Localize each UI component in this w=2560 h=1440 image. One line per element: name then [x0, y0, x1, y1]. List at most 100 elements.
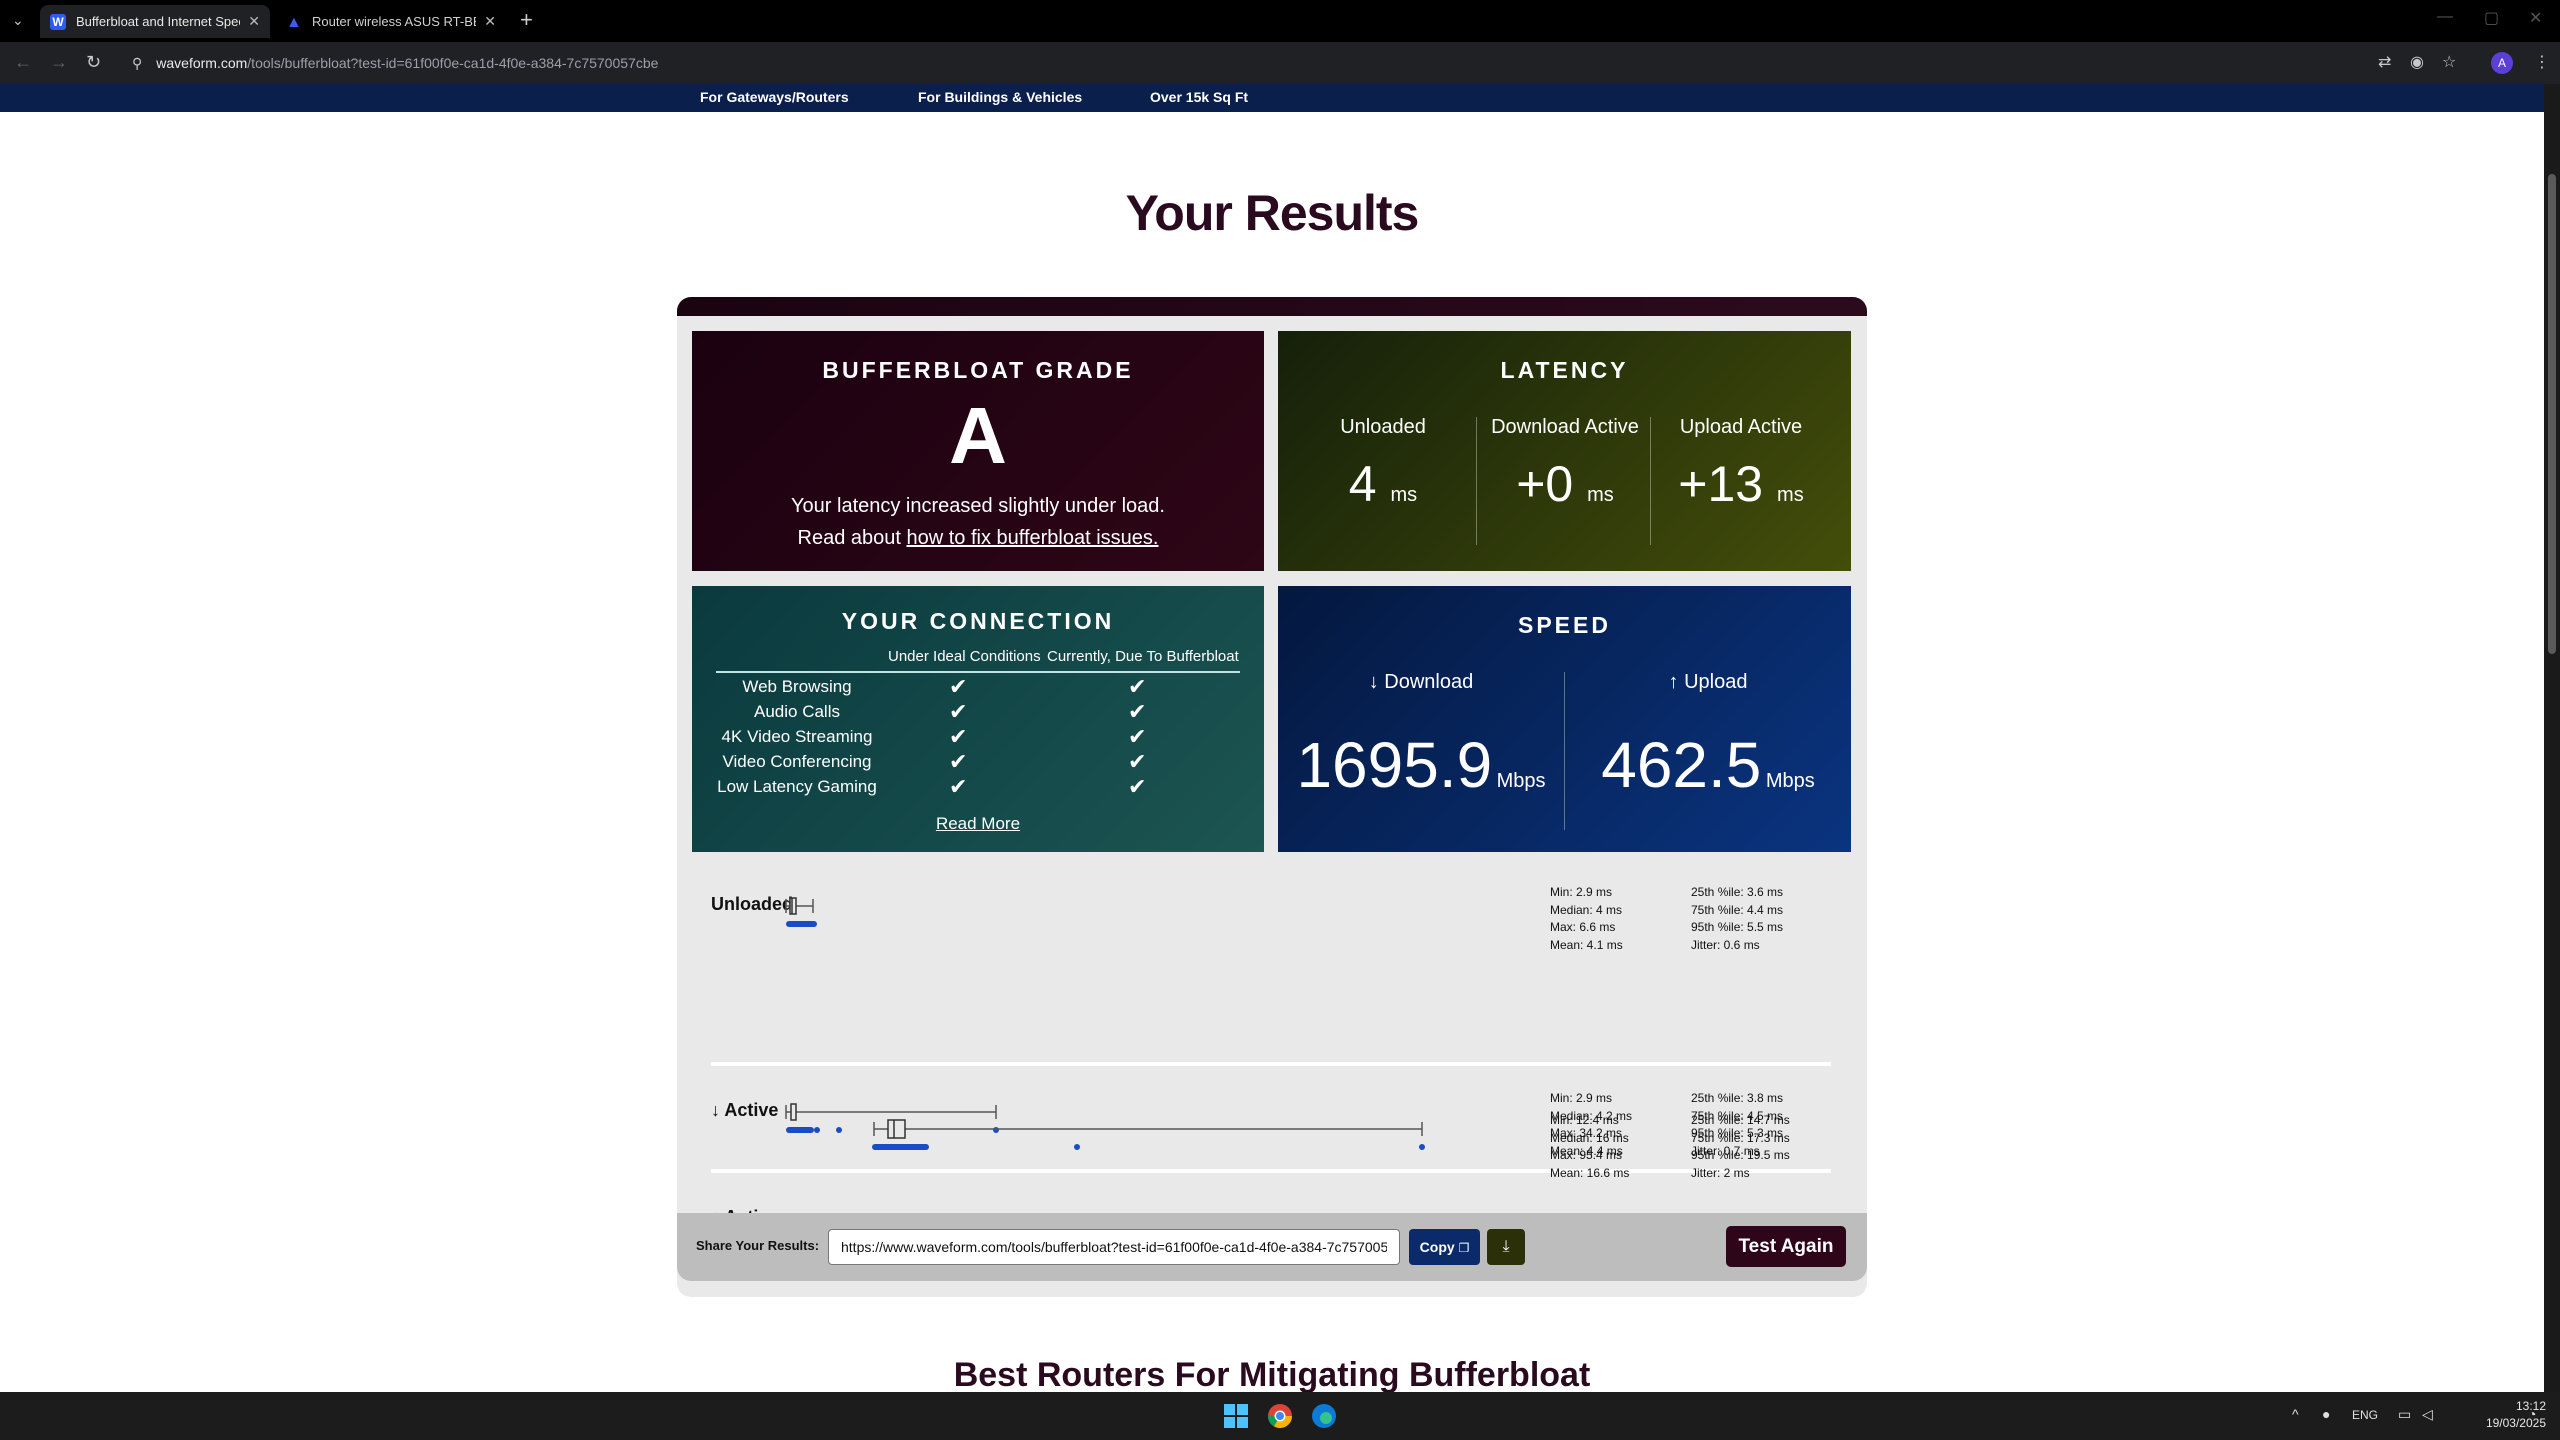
upload-value: 462.5 [1601, 729, 1762, 801]
copy-label: Copy [1419, 1239, 1455, 1255]
grade-line2: Read about how to fix bufferbloat issues… [692, 522, 1264, 554]
close-tab-icon[interactable]: ✕ [484, 13, 496, 30]
latency-boxplot-unloaded [785, 897, 817, 927]
connection-row: Audio Calls ✔ ✔ [692, 699, 1264, 724]
checkmark-icon: ✔ [1128, 749, 1147, 774]
speed-unit: Mbps [1765, 770, 1815, 792]
download-icon: ⤓ [1502, 1238, 1510, 1255]
browser-toolbar: ← → ↻ ⚲ waveform.com /tools/bufferbloat?… [0, 42, 2560, 84]
scrollbar-thumb[interactable] [2548, 174, 2556, 654]
activity-label: Video Conferencing [722, 752, 872, 771]
back-arrow-icon[interactable]: ← [14, 52, 32, 73]
stat-list-right: 25th %ile: 3.6 ms 75th %ile: 4.4 ms 95th… [1691, 884, 1783, 954]
share-url-input[interactable] [828, 1229, 1400, 1265]
your-connection-card: YOUR CONNECTION Under Ideal Conditions C… [692, 586, 1264, 852]
grade-line2-prefix: Read about [797, 527, 907, 549]
checkmark-icon: ✔ [949, 774, 968, 799]
windows-start-icon[interactable] [1222, 1402, 1250, 1430]
translate-icon[interactable]: ⇄ [2378, 52, 2391, 72]
address-bar[interactable]: ⚲ waveform.com /tools/bufferbloat?test-i… [122, 47, 2332, 79]
stat-p25: 25th %ile: 3.8 ms [1691, 1091, 1784, 1105]
share-bar-wrap: Share Your Results: Copy ❐ ⤓ Test Again [677, 1213, 1867, 1281]
stat-mean: Mean: 16.6 ms [1550, 1165, 1630, 1180]
network-icon[interactable]: ▭ [2398, 1406, 2411, 1423]
tray-chevron-icon[interactable]: ^ [2292, 1406, 2299, 1422]
tab-router-asus[interactable]: ▲ Router wireless ASUS RT-BE88U ✕ [276, 5, 506, 38]
stat-list-right: 25th %ile: 14.7 ms 75th %ile: 17.3 ms 95… [1691, 1112, 1790, 1182]
stat-list-left: Min: 2.9 ms Median: 4 ms Max: 6.6 ms Mea… [1550, 884, 1623, 954]
voice-mic-icon[interactable]: 🎙 [2525, 1366, 2545, 1388]
connection-row: Low Latency Gaming ✔ ✔ [692, 774, 1264, 799]
upload-speed: ↑ Upload 462.5 Mbps [1565, 671, 1851, 818]
bufferbloat-grade-card: BUFFERBLOAT GRADE A Your latency increas… [692, 331, 1264, 571]
download-button[interactable]: ⤓ [1487, 1229, 1525, 1265]
latency-divider [1476, 417, 1477, 545]
stat-p25: 25th %ile: 14.7 ms [1691, 1113, 1790, 1127]
page-content: For Gateways/Routers For Buildings & Veh… [0, 84, 2544, 1392]
chrome-icon[interactable] [1266, 1402, 1294, 1430]
latency-unloaded: Unloaded 4 ms [1296, 416, 1470, 520]
stat-min: Min: 2.9 ms [1550, 1091, 1613, 1105]
language-indicator[interactable]: ENG [2352, 1408, 2378, 1422]
latency-heading: LATENCY [1500, 357, 1629, 383]
minimize-icon[interactable]: — [2437, 8, 2453, 26]
reload-icon[interactable]: ↻ [86, 52, 101, 73]
grade-line1: Your latency increased slightly under lo… [791, 495, 1165, 517]
browser-tab-bar: ⌄ W Bufferbloat and Internet Speed Test … [0, 0, 2560, 42]
read-more-link[interactable]: Read More [692, 814, 1264, 834]
col-current-header: Currently, Due To Bufferbloat [1047, 648, 1239, 665]
profile-avatar[interactable]: A [2491, 52, 2513, 74]
notification-icon[interactable]: ◔ [2528, 1406, 2536, 1422]
page-title: Your Results [1125, 185, 1420, 241]
latency-label: Download Active [1491, 416, 1639, 438]
connection-header-rule [716, 671, 1240, 673]
forward-arrow-icon[interactable]: → [50, 52, 68, 73]
grade-heading: BUFFERBLOAT GRADE [822, 357, 1134, 383]
volume-icon[interactable]: ◁ [2422, 1406, 2433, 1423]
checkmark-icon: ✔ [949, 699, 968, 724]
eye-off-icon[interactable]: ◉ [2410, 52, 2424, 72]
site-info-icon[interactable]: ⚲ [132, 55, 142, 72]
latency-unit: ms [1587, 484, 1614, 506]
stat-jitter: Jitter: 2 ms [1691, 1165, 1750, 1180]
browser-menu-icon[interactable]: ⋮ [2534, 52, 2550, 72]
close-tab-icon[interactable]: ✕ [248, 13, 260, 30]
bookmark-star-icon[interactable]: ☆ [2442, 52, 2456, 72]
latency-download-active: Download Active +0 ms [1478, 416, 1652, 520]
tab-search-chevron-icon[interactable]: ⌄ [12, 12, 24, 29]
stat-list-left: Min: 12.4 ms Median: 16 ms Max: 95.4 ms … [1550, 1112, 1629, 1182]
test-again-button[interactable]: Test Again [1726, 1226, 1846, 1267]
new-tab-plus-icon[interactable]: + [520, 7, 533, 33]
stat-max: Max: 6.6 ms [1550, 920, 1616, 934]
os-taskbar: ^ ● ENG ▭ ◁ 13:12 19/03/2025 ◔ [0, 1392, 2560, 1440]
copy-button[interactable]: Copy ❐ [1409, 1229, 1480, 1265]
nav-item-over-15k[interactable]: Over 15k Sq Ft [1150, 84, 1248, 112]
activity-label: Audio Calls [754, 702, 840, 721]
col-ideal-header: Under Ideal Conditions [888, 648, 1041, 665]
tray-mic-icon[interactable]: ● [2322, 1406, 2330, 1422]
checkmark-icon: ✔ [1128, 699, 1147, 724]
stat-min: Min: 12.4 ms [1550, 1113, 1619, 1127]
edge-icon[interactable] [1310, 1402, 1338, 1430]
stat-median: Median: 4 ms [1550, 902, 1623, 917]
fix-bufferbloat-link[interactable]: how to fix bufferbloat issues. [906, 527, 1158, 549]
connection-row: Web Browsing ✔ ✔ [692, 674, 1264, 699]
upload-label: ↑ Upload [1668, 671, 1748, 693]
stat-row-divider [711, 1169, 1831, 1173]
page-scrollbar[interactable] [2544, 84, 2560, 1392]
grade-description: Your latency increased slightly under lo… [692, 490, 1264, 554]
maximize-icon[interactable]: ▢ [2484, 8, 2499, 28]
latency-boxplot-upload-detail [872, 1119, 1425, 1150]
tab-title: Router wireless ASUS RT-BE88U [312, 14, 476, 29]
close-window-icon[interactable]: ✕ [2529, 8, 2542, 28]
stat-max: Max: 95.4 ms [1550, 1148, 1623, 1162]
speed-heading: SPEED [1518, 612, 1611, 638]
nav-item-buildings[interactable]: For Buildings & Vehicles [918, 84, 1082, 112]
latency-card: LATENCY Unloaded 4 ms Download Active +0… [1278, 331, 1851, 571]
stat-row-divider [711, 1062, 1831, 1066]
latency-unit: ms [1390, 484, 1418, 506]
tab-bufferbloat[interactable]: W Bufferbloat and Internet Speed Test ✕ [40, 5, 270, 38]
checkmark-icon: ✔ [949, 674, 968, 699]
nav-item-gateways[interactable]: For Gateways/Routers [700, 84, 849, 112]
waveform-favicon-icon: W [50, 13, 66, 30]
